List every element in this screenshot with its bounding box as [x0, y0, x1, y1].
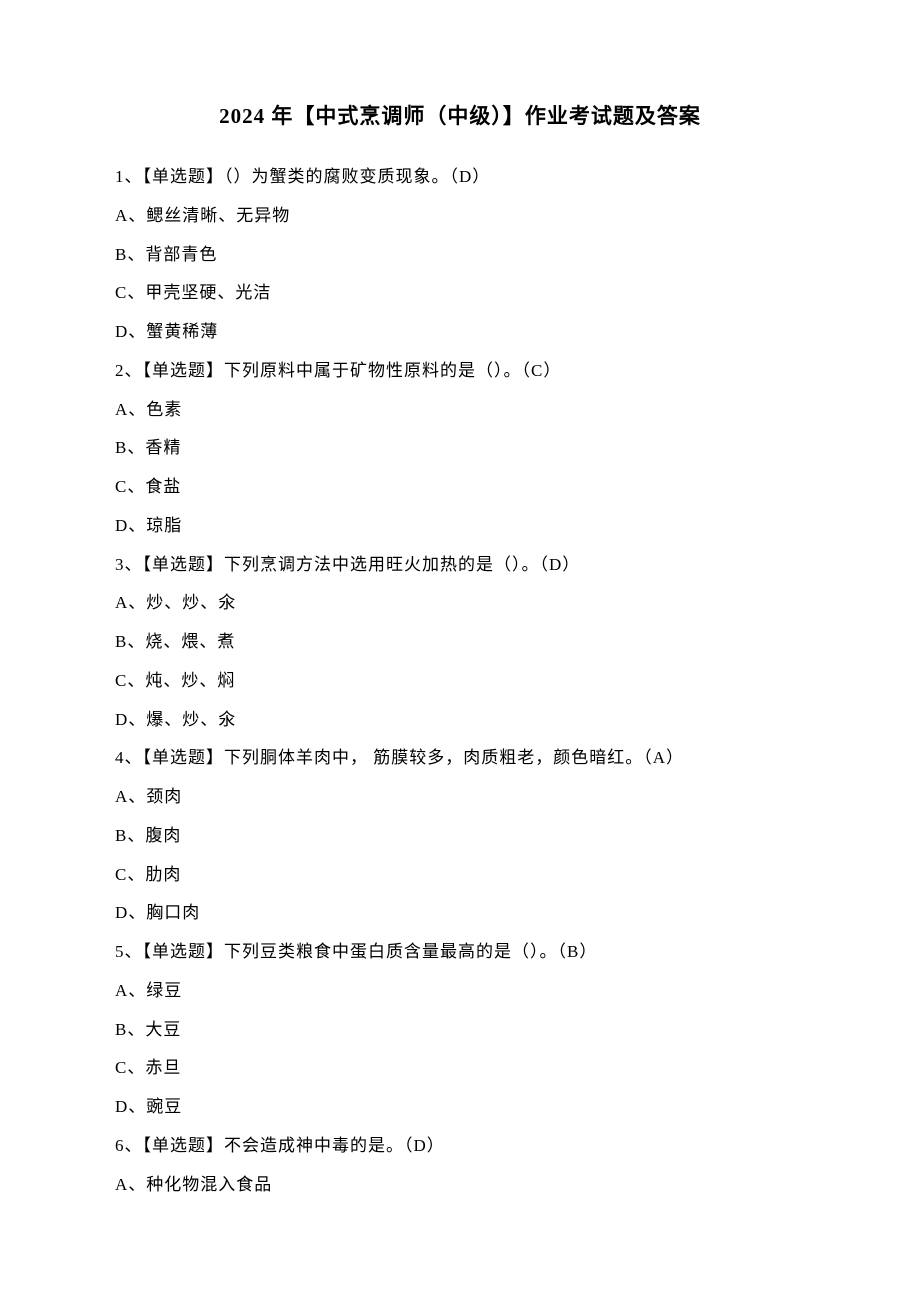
text-line: 6、【单选题】不会造成神中毒的是。（D）	[115, 1127, 805, 1166]
text-line: 4、【单选题】下列胴体羊肉中， 筋膜较多，肉质粗老，颜色暗红。（A）	[115, 739, 805, 778]
text-line: C、炖、炒、焖	[115, 662, 805, 701]
doc-title: 2024 年【中式烹调师（中级）】作业考试题及答案	[115, 100, 805, 130]
text-line: 1、【单选题】（）为蟹类的腐败变质现象。（D）	[115, 158, 805, 197]
text-line: B、大豆	[115, 1011, 805, 1050]
text-line: 2、【单选题】下列原料中属于矿物性原料的是（）。（C）	[115, 352, 805, 391]
doc-body: 1、【单选题】（）为蟹类的腐败变质现象。（D）A、鳃丝清晰、无异物B、背部青色C…	[115, 158, 805, 1204]
text-line: D、蟹黄稀薄	[115, 313, 805, 352]
text-line: D、爆、炒、氽	[115, 701, 805, 740]
text-line: B、背部青色	[115, 236, 805, 275]
text-line: D、琼脂	[115, 507, 805, 546]
text-line: B、香精	[115, 429, 805, 468]
text-line: B、腹肉	[115, 817, 805, 856]
text-line: C、食盐	[115, 468, 805, 507]
text-line: D、豌豆	[115, 1088, 805, 1127]
text-line: C、甲壳坚硬、光洁	[115, 274, 805, 313]
text-line: A、色素	[115, 391, 805, 430]
text-line: A、种化物混入食品	[115, 1166, 805, 1205]
text-line: D、胸口肉	[115, 894, 805, 933]
text-line: A、炒、炒、氽	[115, 584, 805, 623]
text-line: A、鳃丝清晰、无异物	[115, 197, 805, 236]
text-line: A、绿豆	[115, 972, 805, 1011]
text-line: 5、【单选题】下列豆类粮食中蛋白质含量最高的是（）。（B）	[115, 933, 805, 972]
text-line: B、烧、煨、煮	[115, 623, 805, 662]
text-line: 3、【单选题】下列烹调方法中选用旺火加热的是（）。（D）	[115, 546, 805, 585]
text-line: C、赤旦	[115, 1049, 805, 1088]
text-line: C、肋肉	[115, 856, 805, 895]
text-line: A、颈肉	[115, 778, 805, 817]
